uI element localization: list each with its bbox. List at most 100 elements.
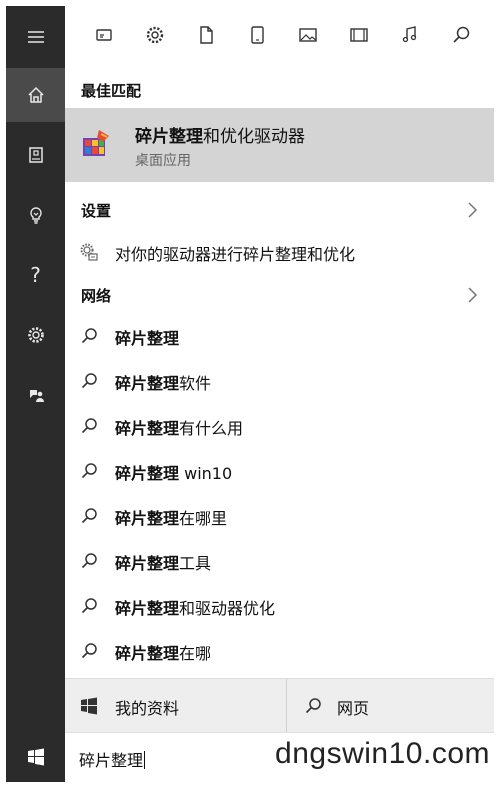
- search-icon: [81, 553, 97, 569]
- suggestion-match: 碎片整理: [115, 509, 180, 528]
- help-icon: ?: [30, 263, 41, 287]
- bottom-tabs: 我的资料 网页: [65, 678, 494, 733]
- filter-tablet[interactable]: [244, 22, 270, 48]
- my-stuff-label: 我的资料: [115, 699, 180, 718]
- filter-apps[interactable]: [91, 22, 117, 48]
- web-suggestion-label: 碎片整理工具: [115, 550, 211, 574]
- suggestion-rest: 工具: [179, 554, 212, 573]
- search-results: 最佳匹配 碎片整理和优化驱动器 桌面应用 设置 对你的驱动器进行碎片整理和优化 …: [65, 64, 494, 664]
- settings-result-label: 对你的驱动器进行碎片整理和优化: [115, 245, 356, 264]
- search-icon: [81, 643, 97, 659]
- best-match-subtitle: 桌面应用: [135, 153, 191, 169]
- windows-icon: [27, 748, 44, 766]
- web-suggestion-label: 碎片整理: [115, 325, 179, 349]
- text-caret: [144, 751, 146, 769]
- chevron-right-icon[interactable]: [466, 201, 478, 219]
- start-search-panel: ? 最佳匹配 碎片整理和优化驱动器 桌面应用 设置 对你的驱动器进行碎片整理和优…: [6, 6, 494, 782]
- help-button[interactable]: ?: [6, 248, 65, 302]
- search-icon: [81, 598, 97, 614]
- document-icon: [200, 26, 213, 44]
- windows-icon: [81, 697, 97, 715]
- settings-button[interactable]: [6, 308, 65, 362]
- search-icon: [81, 418, 97, 434]
- feedback-icon: [29, 390, 44, 402]
- filter-web[interactable]: [448, 22, 474, 48]
- best-match-title-rest: 和优化驱动器: [203, 127, 305, 147]
- suggestion-match: 碎片整理: [115, 554, 180, 573]
- settings-icon: [146, 26, 164, 44]
- suggestion-rest: 在哪: [179, 644, 212, 663]
- left-rail: ?: [6, 6, 65, 782]
- web-suggestion-item[interactable]: 碎片整理: [65, 314, 494, 358]
- chevron-right-icon[interactable]: [466, 286, 478, 304]
- search-input[interactable]: 碎片整理: [79, 747, 146, 771]
- suggestion-rest: win10: [179, 464, 233, 483]
- suggestion-rest: 有什么用: [179, 419, 244, 438]
- filter-music[interactable]: [397, 22, 423, 48]
- search-icon: [81, 373, 97, 389]
- settings-icon: [27, 327, 44, 343]
- best-match-title: 碎片整理和优化驱动器: [135, 122, 305, 147]
- web-suggestion-item[interactable]: 碎片整理在哪: [65, 629, 494, 673]
- my-stuff-tab[interactable]: 我的资料: [65, 679, 286, 733]
- menu-button[interactable]: [6, 10, 65, 64]
- filter-videos[interactable]: [346, 22, 372, 48]
- filter-documents[interactable]: [193, 22, 219, 48]
- web-suggestion-item[interactable]: 碎片整理软件: [65, 359, 494, 403]
- web-suggestion-item[interactable]: 碎片整理工具: [65, 539, 494, 583]
- suggestion-match: 碎片整理: [115, 464, 180, 483]
- web-suggestion-item[interactable]: 碎片整理在哪里: [65, 494, 494, 538]
- notebook-button[interactable]: [6, 128, 65, 182]
- web-suggestion-label: 碎片整理在哪里: [115, 505, 227, 529]
- web-suggestion-item[interactable]: 碎片整理有什么用: [65, 404, 494, 448]
- music-icon: [402, 26, 417, 43]
- app-icon: [96, 29, 112, 41]
- suggestion-match: 碎片整理: [115, 599, 180, 618]
- settings-result-item[interactable]: 对你的驱动器进行碎片整理和优化: [65, 230, 494, 274]
- suggestion-rest: 在哪里: [179, 509, 228, 528]
- web-heading: 网络: [81, 287, 112, 305]
- defrag-app-icon: [83, 130, 109, 156]
- home-button[interactable]: [6, 68, 65, 122]
- home-icon: [27, 86, 44, 103]
- suggestion-match: 碎片整理: [115, 374, 180, 393]
- photo-icon: [299, 28, 317, 42]
- filter-settings[interactable]: [142, 22, 168, 48]
- feedback-button[interactable]: [6, 368, 65, 422]
- web-suggestion-label: 碎片整理有什么用: [115, 415, 243, 439]
- menu-icon: [27, 31, 44, 43]
- filter-photos[interactable]: [295, 22, 321, 48]
- suggestion-match: 碎片整理: [115, 419, 180, 438]
- search-icon: [453, 26, 470, 43]
- search-icon: [81, 463, 97, 479]
- suggestion-rest: 和驱动器优化: [179, 599, 276, 618]
- web-suggestion-item[interactable]: 碎片整理和驱动器优化: [65, 584, 494, 628]
- web-tab-label: 网页: [337, 699, 370, 718]
- start-button[interactable]: [6, 732, 65, 782]
- web-suggestion-label: 碎片整理 win10: [115, 460, 232, 484]
- web-suggestion-label: 碎片整理在哪: [115, 640, 211, 664]
- tablet-icon: [251, 26, 264, 44]
- web-suggestion-item[interactable]: 碎片整理 win10: [65, 449, 494, 493]
- search-icon: [305, 698, 321, 714]
- lightbulb-icon: [29, 207, 42, 224]
- search-icon: [81, 508, 97, 524]
- defrag-settings-icon: [80, 243, 98, 261]
- best-match-title-bold: 碎片整理: [135, 127, 203, 147]
- web-suggestion-label: 碎片整理和驱动器优化: [115, 595, 275, 619]
- web-tab[interactable]: 网页: [287, 679, 494, 733]
- web-suggestion-label: 碎片整理软件: [115, 370, 211, 394]
- reminders-button[interactable]: [6, 188, 65, 242]
- suggestion-match: 碎片整理: [115, 644, 180, 663]
- settings-heading: 设置: [81, 202, 112, 220]
- search-icon: [81, 328, 97, 344]
- video-icon: [350, 28, 368, 42]
- search-input-value: 碎片整理: [79, 751, 144, 770]
- suggestion-rest: 软件: [179, 374, 212, 393]
- search-filter-bar: [65, 6, 494, 64]
- suggestion-match: 碎片整理: [115, 329, 180, 348]
- best-match-item[interactable]: 碎片整理和优化驱动器 桌面应用: [65, 108, 494, 182]
- watermark: dngswin10.com: [275, 737, 490, 770]
- best-match-heading: 最佳匹配: [81, 82, 142, 100]
- notebook-icon: [28, 147, 43, 163]
